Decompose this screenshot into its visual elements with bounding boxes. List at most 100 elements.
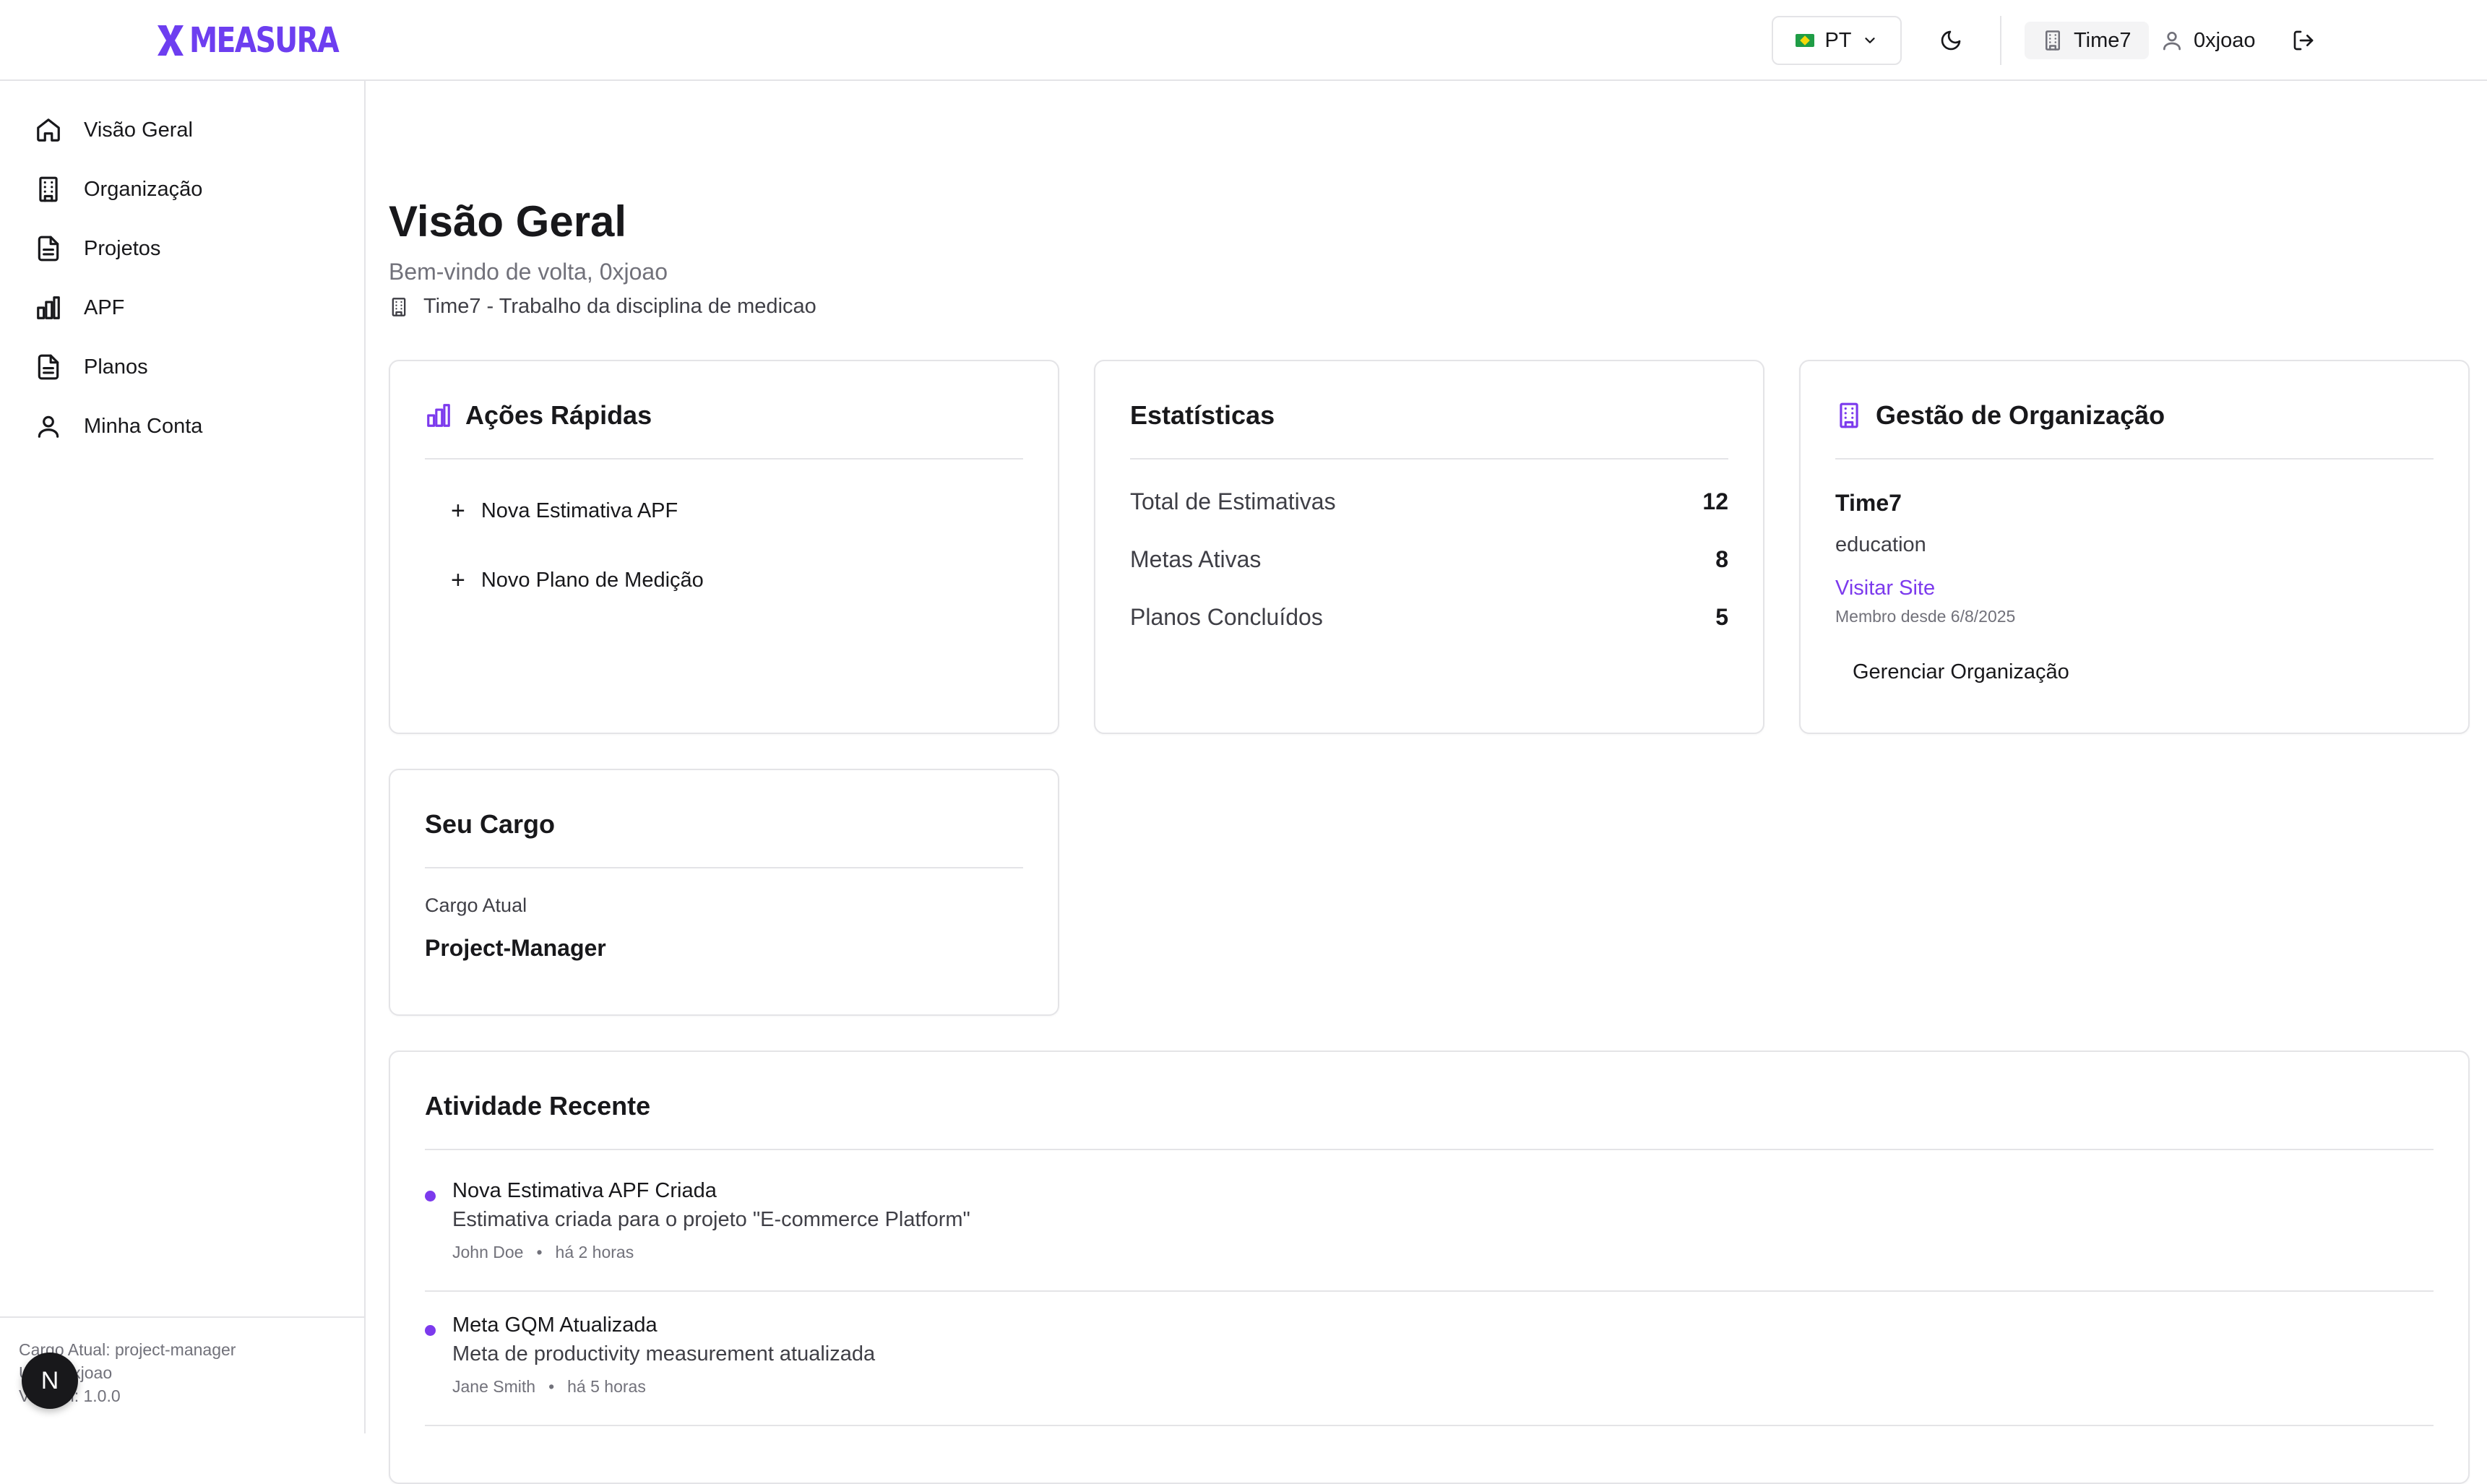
activity-meta: John Doe • há 2 horas [452,1243,634,1262]
activity-time: há 2 horas [555,1243,634,1261]
divider [425,867,1023,868]
page-title: Visão Geral [389,197,627,246]
language-label: PT [1824,28,1852,52]
activity-title: Meta GQM Atualizada [452,1313,658,1337]
bullet-separator: • [536,1243,543,1261]
stat-label: Metas Ativas [1130,546,1262,572]
stat-row: Metas Ativas 8 [1130,546,1728,573]
brazil-flag-icon [1796,34,1815,47]
activity-description: Estimativa criada para o projeto "E-comm… [452,1208,970,1231]
divider [1130,458,1728,460]
org-chip-label: Time7 [2074,28,2132,52]
stat-row: Planos Concluídos 5 [1130,604,1728,631]
user-chip-label: 0xjoao [2194,28,2256,52]
activity-dot-icon [425,1191,436,1202]
visit-site-link[interactable]: Visitar Site [1835,577,1935,600]
file-icon [38,354,59,380]
activity-item: Meta GQM Atualizada Meta de productivity… [425,1311,2434,1445]
sidebar-item-projetos[interactable]: Projetos [35,227,160,270]
bar-chart-icon [37,296,60,319]
recent-activity-title: Atividade Recente [425,1091,651,1121]
logout-icon [2293,30,2314,51]
nextjs-dev-badge[interactable]: N [22,1353,78,1409]
stat-value: 12 [1702,488,1728,514]
activity-item: Nova Estimativa APF Criada Estimativa cr… [425,1176,2434,1311]
org-management-title: Gestão de Organização [1876,400,2165,430]
org-info-text: Time7 - Trabalho da disciplina de medica… [423,295,816,318]
building-icon [2046,30,2060,51]
divider [425,1425,2434,1426]
quick-actions-header: Ações Rápidas [425,400,652,431]
sidebar-item-label: Visão Geral [84,118,193,142]
welcome-text: Bem-vindo de volta, 0xjoao [389,259,668,285]
manage-organization-button[interactable]: Gerenciar Organização [1853,660,2069,684]
sidebar-item-label: Minha Conta [84,414,203,438]
sidebar-item-organizacao[interactable]: Organização [35,168,202,211]
sidebar-item-minha-conta[interactable]: Minha Conta [35,405,202,448]
member-since: Membro desde 6/8/2025 [1835,607,2016,626]
stat-row: Total de Estimativas 12 [1130,488,1728,515]
sidebar-item-label: Organização [84,177,203,201]
logout-button[interactable] [2288,25,2319,56]
sidebar-item-planos[interactable]: Planos [35,345,148,389]
chevron-down-icon [1864,38,1875,43]
activity-user: John Doe [452,1243,524,1261]
user-menu[interactable]: 0xjoao [2160,22,2255,59]
quick-actions-card: Ações Rápidas + Nova Estimativa APF + No… [389,360,1059,734]
divider [1835,458,2434,460]
org-info-line: Time7 - Trabalho da disciplina de medica… [389,295,816,319]
sidebar: Visão Geral Organização Projetos APF Pla… [0,81,366,1433]
header-divider [2000,16,2001,65]
quick-actions-title: Ações Rápidas [465,400,652,430]
activity-title: Nova Estimativa APF Criada [452,1179,717,1202]
home-icon [37,118,60,142]
brand-logo[interactable]: MEASURA [156,20,371,61]
recent-activity-card: Atividade Recente Nova Estimativa APF Cr… [389,1051,2470,1484]
new-apf-estimate-button[interactable]: + Nova Estimativa APF [451,499,678,523]
building-icon [39,176,58,202]
brand-name: MEASURA [189,20,340,61]
new-apf-estimate-label: Nova Estimativa APF [480,499,678,522]
bullet-separator: • [548,1377,555,1396]
stat-label: Total de Estimativas [1130,488,1336,514]
stat-value: 5 [1715,604,1728,630]
user-icon [2163,32,2181,51]
org-switcher[interactable]: Time7 [2025,22,2149,59]
org-management-card: Gestão de Organização Time7 education Vi… [1799,360,2470,734]
new-measurement-plan-button[interactable]: + Novo Plano de Medição [451,568,704,592]
footer-role: Cargo Atual: project-manager [19,1340,236,1359]
statistics-card: Estatísticas Total de Estimativas 12 Met… [1094,360,1764,734]
role-value: Project-Manager [425,935,606,961]
plus-icon: + [451,497,465,525]
stat-value: 8 [1715,546,1728,572]
new-measurement-plan-label: Novo Plano de Medição [480,568,704,592]
divider [425,458,1023,460]
activity-dot-icon [425,1325,436,1336]
sidebar-item-label: Projetos [84,236,161,260]
bar-chart-icon [427,404,450,427]
org-type: education [1835,533,1926,556]
org-management-header: Gestão de Organização [1835,400,2165,431]
language-selector[interactable]: PT [1772,16,1902,65]
building-icon [392,297,406,316]
user-icon [38,415,59,438]
role-card: Seu Cargo Cargo Atual Project-Manager [389,769,1059,1016]
plus-icon: + [451,566,465,594]
sidebar-item-apf[interactable]: APF [35,286,124,329]
activity-meta: Jane Smith • há 5 horas [452,1377,646,1397]
role-label: Cargo Atual [425,894,527,916]
org-name: Time7 [1835,490,1902,516]
theme-toggle-button[interactable] [1928,22,1974,59]
sidebar-item-label: Planos [84,355,148,379]
divider [425,1290,2434,1292]
activity-user: Jane Smith [452,1377,536,1396]
file-icon [38,236,59,262]
moon-icon [1941,30,1961,51]
building-icon [1840,402,1858,428]
sidebar-item-visao-geral[interactable]: Visão Geral [35,108,193,152]
sidebar-item-label: APF [84,295,125,319]
activity-time: há 5 horas [567,1377,646,1396]
logo-icon [158,25,184,56]
divider [425,1149,2434,1150]
role-title: Seu Cargo [425,809,556,839]
